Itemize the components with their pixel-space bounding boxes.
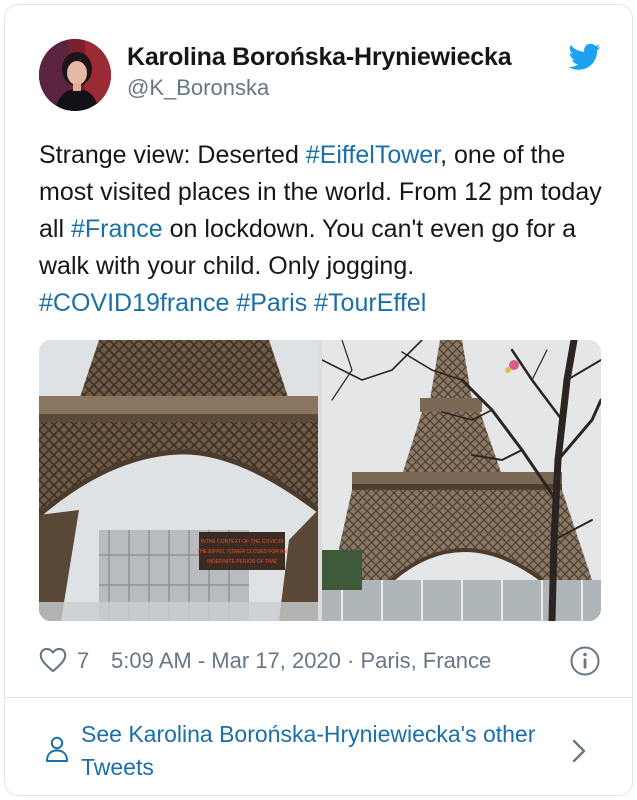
photo-sign-line-1: INTHE CONTEXT OF THE COVID19 <box>201 539 284 545</box>
avatar[interactable] <box>39 39 111 111</box>
hashtag-toureffel[interactable]: #TourEffel <box>314 289 426 317</box>
photo-sign-line-2: THE EIFFEL TOWER CLOSED FOR AN <box>197 549 287 555</box>
see-other-tweets-label[interactable]: See Karolina Borońska-Hryniewiecka's oth… <box>81 718 561 784</box>
heart-icon[interactable] <box>39 647 67 673</box>
hashtag-eiffeltower[interactable]: #EiffelTower <box>306 141 440 169</box>
tweet-card: Karolina Borońska-Hryniewiecka @K_Borons… <box>4 4 633 796</box>
author-handle[interactable]: @K_Boronska <box>127 75 269 101</box>
photo-sign-line-3: INDEFINITE PERIOD OF TIME <box>207 559 278 565</box>
author-name[interactable]: Karolina Borońska-Hryniewiecka <box>127 43 512 72</box>
hashtag-paris[interactable]: #Paris <box>236 289 307 317</box>
tweet-meta: 7 5:09 AM - Mar 17, 2020 · Paris, France <box>39 645 609 677</box>
hashtag-covid19france[interactable]: #COVID19france <box>39 289 229 317</box>
tweet-media: INTHE CONTEXT OF THE COVID19 THE EIFFEL … <box>39 340 601 621</box>
see-other-tweets-link[interactable]: See Karolina Borońska-Hryniewiecka's oth… <box>5 698 632 795</box>
avatar-image <box>39 39 111 111</box>
chevron-right-icon[interactable] <box>571 738 587 764</box>
hashtag-france[interactable]: #France <box>71 215 163 243</box>
tweet-timestamp[interactable]: 5:09 AM - Mar 17, 2020 · Paris, France <box>111 648 491 674</box>
tweet-photo-2[interactable] <box>322 340 601 621</box>
person-icon <box>46 736 68 762</box>
tweet-text: Strange view: Deserted #EiffelTower, one… <box>39 137 609 322</box>
info-icon[interactable] <box>569 645 601 677</box>
tweet-text-segment: Strange view: Deserted <box>39 141 306 169</box>
like-count[interactable]: 7 <box>77 648 89 674</box>
twitter-bird-icon[interactable] <box>569 43 601 71</box>
tweet-photo-1[interactable]: INTHE CONTEXT OF THE COVID19 THE EIFFEL … <box>39 340 318 621</box>
